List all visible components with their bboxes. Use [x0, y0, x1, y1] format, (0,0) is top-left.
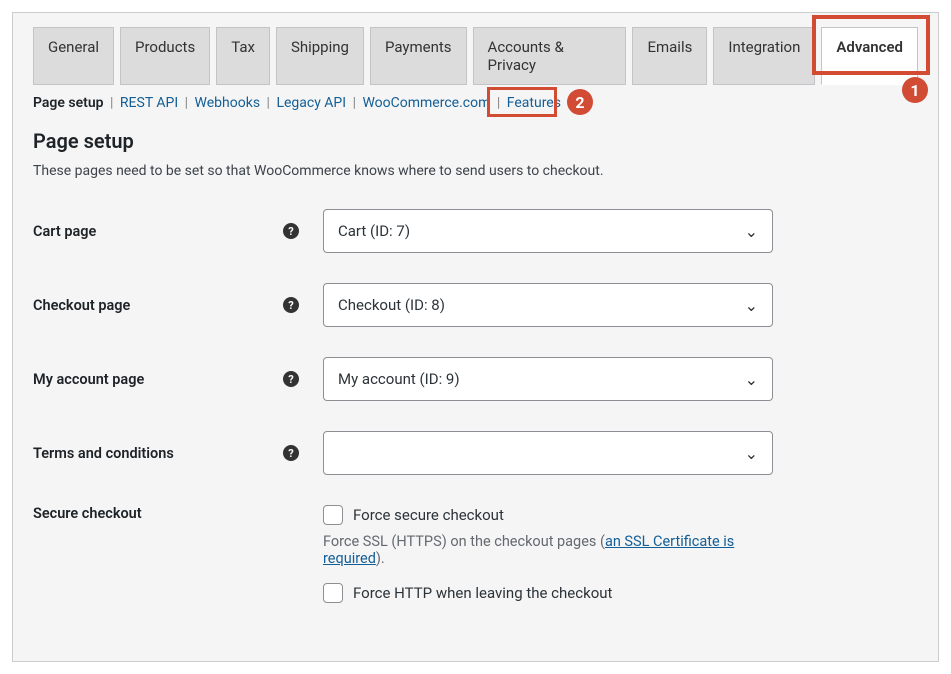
label-checkout-page: Checkout page [33, 297, 283, 314]
subnav-legacy-api[interactable]: Legacy API [276, 95, 346, 111]
question-icon: ? [283, 297, 299, 313]
chevron-down-icon: ⌄ [745, 444, 758, 463]
subnav-features[interactable]: Features [507, 95, 561, 111]
help-my-account-page[interactable]: ? [283, 371, 323, 387]
label-cart-page: Cart page [33, 223, 283, 240]
subnav: Page setup | REST API | Webhooks | Legac… [33, 95, 918, 111]
settings-tabs: General Products Tax Shipping Payments A… [33, 27, 918, 85]
hint-ssl: Force SSL (HTTPS) on the checkout pages … [323, 533, 773, 567]
annotation-badge-2: 2 [567, 89, 593, 115]
label-my-account-page: My account page [33, 371, 283, 388]
label-force-http: Force HTTP when leaving the checkout [353, 584, 612, 602]
tab-integration[interactable]: Integration [713, 27, 815, 85]
tab-shipping[interactable]: Shipping [276, 27, 364, 85]
subnav-page-setup[interactable]: Page setup [33, 95, 104, 111]
label-secure-checkout: Secure checkout [33, 505, 283, 522]
row-terms: Terms and conditions ? ⌄ [33, 431, 918, 475]
tab-emails[interactable]: Emails [632, 27, 707, 85]
chevron-down-icon: ⌄ [745, 222, 758, 241]
checkbox-force-secure[interactable] [323, 505, 343, 525]
subnav-woocommerce[interactable]: WooCommerce.com [362, 95, 490, 111]
select-my-account-page[interactable]: My account (ID: 9) ⌄ [323, 357, 773, 401]
select-cart-page[interactable]: Cart (ID: 7) ⌄ [323, 209, 773, 253]
question-icon: ? [283, 223, 299, 239]
chevron-down-icon: ⌄ [745, 370, 758, 389]
help-checkout-page[interactable]: ? [283, 297, 323, 313]
checkbox-force-http[interactable] [323, 583, 343, 603]
select-cart-page-value: Cart (ID: 7) [338, 222, 410, 240]
page-heading: Page setup [33, 129, 918, 153]
tab-advanced[interactable]: Advanced [821, 27, 918, 85]
tab-tax[interactable]: Tax [216, 27, 270, 85]
subnav-webhooks[interactable]: Webhooks [195, 95, 261, 111]
question-icon: ? [283, 371, 299, 387]
select-checkout-page[interactable]: Checkout (ID: 8) ⌄ [323, 283, 773, 327]
select-checkout-page-value: Checkout (ID: 8) [338, 296, 445, 314]
question-icon: ? [283, 445, 299, 461]
subnav-rest-api[interactable]: REST API [120, 95, 178, 111]
help-cart-page[interactable]: ? [283, 223, 323, 239]
row-checkout-page: Checkout page ? Checkout (ID: 8) ⌄ [33, 283, 918, 327]
label-force-secure: Force secure checkout [353, 506, 504, 524]
row-my-account-page: My account page ? My account (ID: 9) ⌄ [33, 357, 918, 401]
tab-products[interactable]: Products [120, 27, 210, 85]
page-description: These pages need to be set so that WooCo… [33, 163, 918, 179]
help-terms[interactable]: ? [283, 445, 323, 461]
tab-payments[interactable]: Payments [370, 27, 467, 85]
select-terms[interactable]: ⌄ [323, 431, 773, 475]
select-my-account-page-value: My account (ID: 9) [338, 370, 460, 388]
tab-general[interactable]: General [33, 27, 114, 85]
row-cart-page: Cart page ? Cart (ID: 7) ⌄ [33, 209, 918, 253]
row-secure-checkout: Secure checkout Force secure checkout Fo… [33, 505, 918, 611]
tab-accounts-privacy[interactable]: Accounts & Privacy [473, 27, 627, 85]
label-terms: Terms and conditions [33, 445, 283, 462]
chevron-down-icon: ⌄ [745, 296, 758, 315]
